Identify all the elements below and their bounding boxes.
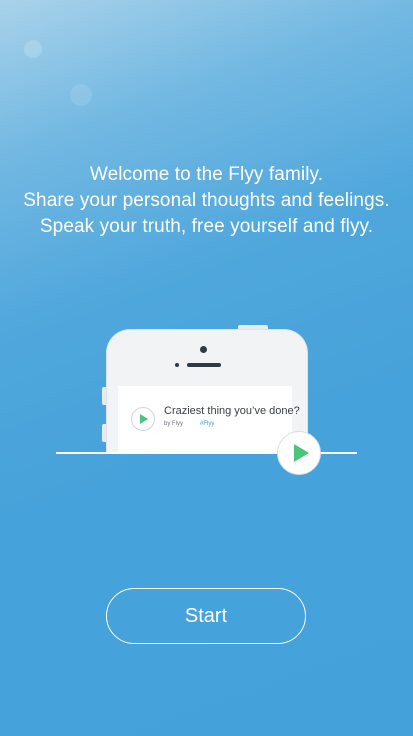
play-icon xyxy=(131,407,155,431)
start-button[interactable]: Start xyxy=(106,588,306,644)
phone-camera xyxy=(200,346,207,353)
decorative-glow xyxy=(70,84,92,106)
decorative-glow xyxy=(24,40,42,58)
intro-line-2: Share your personal thoughts and feeling… xyxy=(23,190,390,211)
phone-illustration: Craziest thing you’ve done? by Flyy #Fly… xyxy=(106,329,308,454)
preview-card-tag: #Flyy xyxy=(200,421,215,427)
onboarding-screen: Welcome to the Flyy family. Share your p… xyxy=(0,0,413,736)
phone-speaker xyxy=(187,363,221,367)
phone-sensor xyxy=(175,363,179,367)
intro-text: Welcome to the Flyy family. Share your p… xyxy=(0,162,413,240)
preview-card-title: Craziest thing you’ve done? xyxy=(164,405,300,417)
preview-card: Craziest thing you’ve done? by Flyy #Fly… xyxy=(118,386,300,454)
play-icon xyxy=(277,431,321,475)
intro-line-3: Speak your truth, free yourself and flyy… xyxy=(39,216,374,237)
intro-line-1: Welcome to the Flyy family. xyxy=(89,164,324,185)
preview-card-author: by Flyy xyxy=(164,421,184,427)
